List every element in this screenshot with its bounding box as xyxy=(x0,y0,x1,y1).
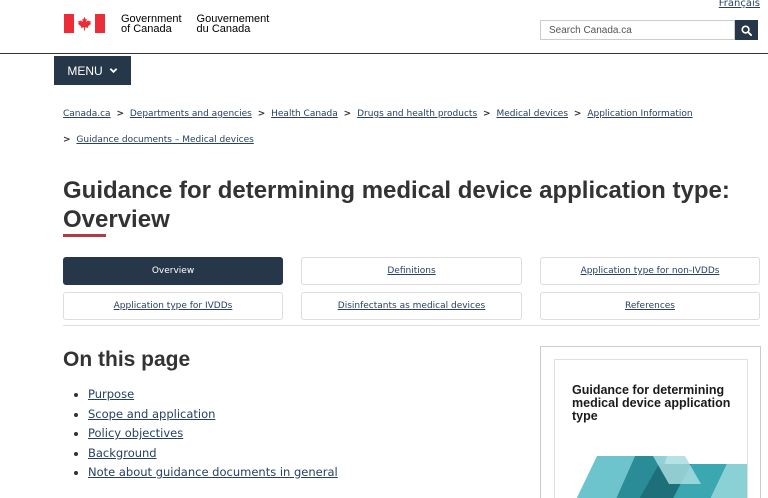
search-icon xyxy=(741,24,752,36)
tab-label[interactable]: Disinfectants as medical devices xyxy=(338,301,485,311)
chevron-down-icon xyxy=(109,68,117,74)
tab-label[interactable]: References xyxy=(625,301,675,311)
gc-signature-logo[interactable]: Government of Canada Gouvernement du Can… xyxy=(64,14,284,35)
breadcrumb-separator-icon: > xyxy=(343,109,352,119)
tab-label[interactable]: Definitions xyxy=(387,266,435,276)
tab-disinfectants[interactable]: Disinfectants as medical devices xyxy=(301,292,522,320)
toc-link-scope[interactable]: Scope and application xyxy=(88,407,215,421)
breadcrumb-link-medical-devices[interactable]: Medical devices xyxy=(496,109,568,119)
page-title: Guidance for determining medical device … xyxy=(63,177,730,233)
title-underline xyxy=(63,234,106,237)
tab-definitions[interactable]: Definitions xyxy=(301,257,522,285)
menu-button[interactable]: MENU xyxy=(54,56,131,85)
toc-link-policy[interactable]: Policy objectives xyxy=(88,426,183,440)
list-item: Background xyxy=(88,444,338,464)
list-item: Scope and application xyxy=(88,405,338,425)
section-divider xyxy=(63,325,760,326)
menu-label: MENU xyxy=(67,63,103,78)
breadcrumb-separator-icon: > xyxy=(573,109,582,119)
breadcrumb-separator-icon: > xyxy=(483,109,491,119)
breadcrumb-separator-icon: > xyxy=(116,109,124,119)
tab-label: Overview xyxy=(151,266,195,276)
breadcrumb-link-drugs[interactable]: Drugs and health products xyxy=(357,109,477,119)
tab-references[interactable]: References xyxy=(540,292,760,320)
tab-application-type-ivdds[interactable]: Application type for IVDDs xyxy=(63,292,283,320)
cover-graphic xyxy=(576,456,747,498)
list-item: Purpose xyxy=(88,385,338,405)
publication-cover-image[interactable]: Guidance for determining medical device … xyxy=(554,359,748,498)
breadcrumb-link-guidance-docs[interactable]: Guidance documents – Medical devices xyxy=(76,135,253,145)
toc-heading: On this page xyxy=(63,348,191,371)
tab-label[interactable]: Application type for IVDDs xyxy=(114,301,233,311)
canada-flag-icon xyxy=(64,14,105,33)
cover-title: Guidance for determining medical device … xyxy=(572,383,731,423)
site-search xyxy=(540,20,758,40)
gc-wordmark: Government of Canada Gouvernement du Can… xyxy=(121,14,284,35)
tab-overview[interactable]: Overview xyxy=(63,257,283,285)
tab-application-type-non-ivdds[interactable]: Application type for non-IVDDs xyxy=(540,257,760,285)
wordmark-en-line2: of Canada xyxy=(121,23,172,35)
breadcrumb: Canada.ca > Departments and agencies > H… xyxy=(63,101,763,153)
breadcrumb-separator-icon: > xyxy=(257,109,266,119)
search-button[interactable] xyxy=(735,20,758,40)
search-input[interactable] xyxy=(540,20,735,40)
breadcrumb-separator-icon: > xyxy=(63,135,71,145)
breadcrumb-link-canada[interactable]: Canada.ca xyxy=(63,109,111,119)
site-header: Government of Canada Gouvernement du Can… xyxy=(0,0,768,54)
list-item: Note about guidance documents in general xyxy=(88,463,338,483)
toc-link-background[interactable]: Background xyxy=(88,446,157,460)
wordmark-fr-line2: du Canada xyxy=(196,23,251,35)
breadcrumb-link-departments[interactable]: Departments and agencies xyxy=(130,109,252,119)
list-item: Policy objectives xyxy=(88,424,338,444)
toc-list: Purpose Scope and application Policy obj… xyxy=(76,385,338,483)
breadcrumb-link-application-info[interactable]: Application Information xyxy=(587,109,692,119)
toc-link-purpose[interactable]: Purpose xyxy=(88,387,134,401)
toc-link-note[interactable]: Note about guidance documents in general xyxy=(88,465,338,479)
breadcrumb-link-health-canada[interactable]: Health Canada xyxy=(271,109,338,119)
tab-label[interactable]: Application type for non-IVDDs xyxy=(581,266,720,276)
